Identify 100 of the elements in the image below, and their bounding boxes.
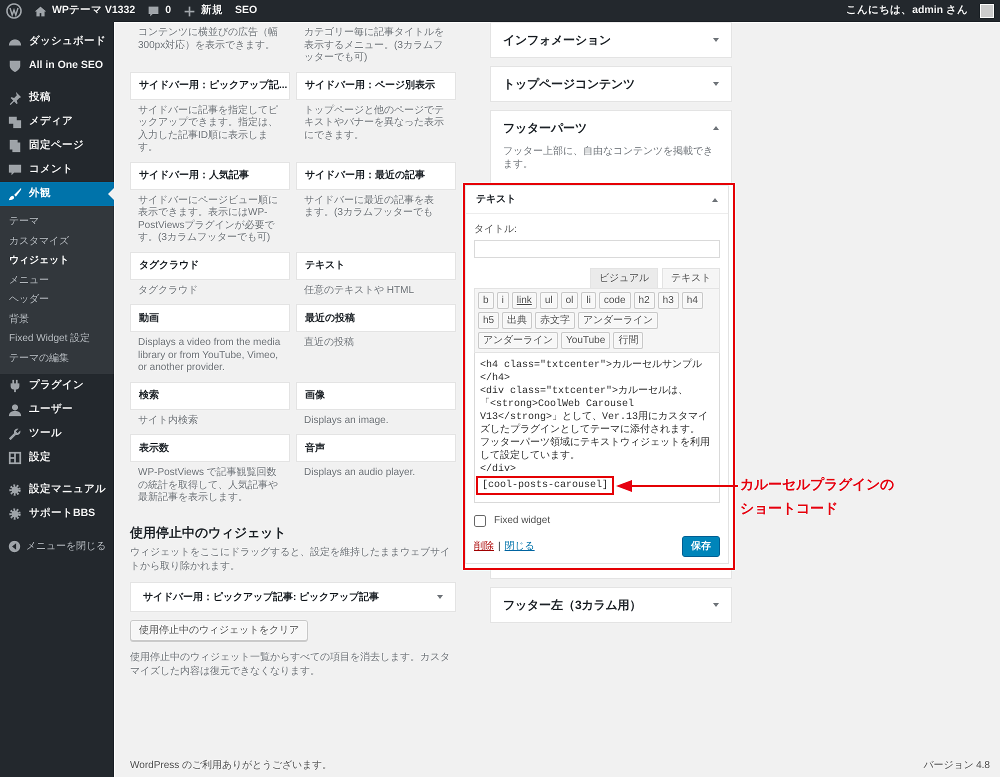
submenu-item[interactable]: カスタマイズ [0,232,78,251]
code-line: </div> [480,463,518,476]
menu-item[interactable]: 外観 [0,182,114,206]
widget-card[interactable]: サイドバー用：ページ別表示 [296,72,456,100]
quicktag-button[interactable]: アンダーライン [578,312,658,329]
submenu-item[interactable]: ウィジェット [0,251,78,270]
plug-icon [8,379,22,393]
quicktag-button[interactable]: アンダーライン [478,332,558,349]
menu-item[interactable]: 投稿 [0,86,114,110]
widget-card[interactable]: 音声 [296,434,456,462]
widget-header[interactable]: テキスト [466,186,728,214]
quicktag-button[interactable]: h3 [658,292,679,309]
menu-label: 固定ページ [29,138,84,154]
widget-card[interactable]: 動画 [130,304,290,332]
menu-item[interactable]: 設定 [0,446,114,470]
clear-button[interactable]: 使用停止中のウィジェットをクリア [130,620,308,641]
menu-label: ダッシュボード [29,34,106,50]
widget-card[interactable]: 検索 [130,382,290,410]
quicktag-button[interactable]: link [512,292,537,309]
widget-area-title[interactable]: インフォメーション [503,31,611,49]
comments-link[interactable]: 0 [147,3,172,19]
quicktag-button[interactable]: li [581,292,596,309]
menu-item[interactable]: ダッシュボード [0,30,114,54]
menu-item[interactable]: コメント [0,158,114,182]
menu-item[interactable]: プラグイン [0,374,114,398]
menu-item[interactable]: All in One SEO [0,54,114,78]
title-input[interactable] [474,240,720,258]
editor-tab[interactable]: ビジュアル [590,268,658,288]
quicktag-button[interactable]: h5 [478,312,500,329]
widget-description: サイト内検索 [137,414,199,427]
site-name-link[interactable]: WPテーマ V1332 [34,3,136,19]
menu-item[interactable]: ユーザー [0,398,114,422]
menu-item[interactable]: ツール [0,422,114,446]
widget-card[interactable]: サイドバー用：人気記事 [130,162,290,190]
quicktag-button[interactable]: i [496,292,509,309]
quicktag-button[interactable]: ol [560,292,578,309]
caret-icon[interactable] [437,595,443,599]
quicktag-button[interactable]: b [478,292,494,309]
text-area[interactable] [474,353,720,503]
widget-area-title[interactable]: トップページコンテンツ [503,75,635,93]
submenu-item[interactable]: ヘッダー [0,290,58,310]
menu-label: 設定 [29,450,51,466]
pin-icon [8,91,22,105]
widget-area-title[interactable]: フッター左（3カラム用） [503,596,642,614]
code-line: フッターパーツ領域にテキストウィジェットを利用して設定しています。 [480,437,711,463]
submenu-item[interactable]: 背景 [0,310,38,329]
fixed-widget-checkbox[interactable] [474,514,486,526]
checkbox-label: Fixed widget [494,514,550,528]
submenu-item[interactable]: テーマ [0,212,48,232]
quicktag-button[interactable]: code [598,292,631,309]
widget-card[interactable]: タグクラウド [130,252,290,280]
widget-description: サイドバーに記事を指定してピックアップできます。指定は、入力した記事ID順に表示します。 [137,104,279,154]
widget-card[interactable]: 最近の投稿 [296,304,456,332]
menu-item[interactable]: メディア [0,110,114,134]
menu-item[interactable]: 設定マニュアル [0,478,114,502]
caret-icon[interactable] [713,82,719,86]
widget-description: Displays a video from the media library or from YouTube, Vimeo, or another provider. [137,337,282,374]
submenu-item[interactable]: テーマの編集 [0,348,78,368]
collapse-menu-button[interactable]: メニューを閉じる [0,534,114,558]
quicktag-button[interactable]: h4 [682,292,703,309]
avatar [980,4,994,18]
submenu-item[interactable]: メニュー [0,270,58,290]
caret-icon[interactable] [712,198,718,202]
new-link[interactable]: 新規 [183,3,224,19]
caret-icon[interactable] [713,126,719,130]
widget-card[interactable]: サイドバー用：最近の記事 [296,162,456,190]
widget-description: タグクラウド [137,284,199,297]
menu-label: All in One SEO [29,58,104,74]
quicktag-button[interactable]: 出典 [502,312,532,329]
quicktag-button[interactable]: YouTube [561,332,610,349]
widget-area-title[interactable]: フッターパーツ [503,119,587,137]
quicktag-button[interactable]: 赤文字 [535,312,576,329]
delete-link[interactable]: 削除 [474,539,494,554]
comment-count: 0 [165,3,172,18]
caret-icon[interactable] [713,603,719,607]
widget-description: Displays an image. [303,414,390,427]
seo-link[interactable]: SEO [235,3,258,19]
menu-label: ツール [29,426,62,442]
widget-description: 任意のテキストや HTML [303,284,415,297]
submenu-item[interactable]: Fixed Widget 設定 [0,329,100,348]
widget-card[interactable]: テキスト [296,252,456,280]
menu-label: ユーザー [29,402,73,418]
greeting-link[interactable]: こんにちは、admin さん [846,3,968,19]
code-line: <div class="txtcenter">カルーセルは、「<strong>CoolWeb Carousel V13</strong>」として、Ver.13用にカスタマイズしたプラグインとしてテーマに添付されます。 [480,385,710,436]
save-button[interactable]: 保存 [682,536,720,557]
quicktag-button[interactable]: h2 [634,292,655,309]
editor-tab[interactable]: テキスト [662,268,720,288]
widget-card[interactable]: 画像 [296,382,456,410]
quicktag-button[interactable]: ul [540,292,558,309]
widget-description: サイドバーにページビュー順に表示できます。表示にはWP-PostViewsプラグインが必要です。(3カラムフッターでも可) [137,194,279,244]
caret-icon[interactable] [713,38,719,42]
close-link[interactable]: 閉じる [504,539,535,554]
menu-item[interactable]: サポートBBS [0,502,114,526]
widget-card[interactable]: サイドバー用：ピックアップ記事: ピックアップ記事 [130,582,456,612]
widget-card[interactable]: 表示数 [130,434,290,462]
wordpress-logo-icon[interactable] [6,3,22,19]
wordpress-link[interactable]: WordPress [130,760,180,771]
quicktag-button[interactable]: 行間 [613,332,644,349]
menu-item[interactable]: 固定ページ [0,134,114,158]
widget-card[interactable]: サイドバー用：ピックアップ記... [130,72,290,100]
